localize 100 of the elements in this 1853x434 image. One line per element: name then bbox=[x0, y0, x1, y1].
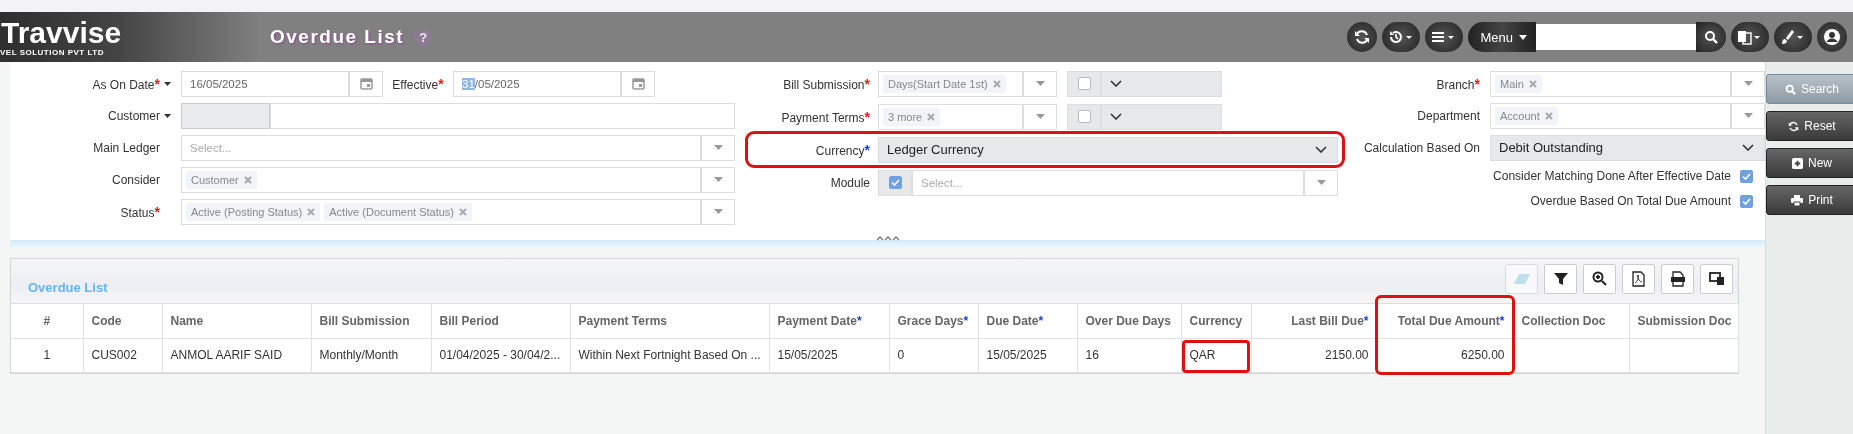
field-label: Bill Submission* bbox=[782, 75, 871, 92]
caret-icon[interactable] bbox=[164, 113, 171, 118]
brush-icon[interactable] bbox=[1774, 22, 1812, 52]
refresh-icon[interactable] bbox=[1347, 22, 1378, 52]
field-label: Customer bbox=[107, 108, 160, 123]
multi-select-field[interactable]: Main bbox=[1490, 70, 1731, 97]
column-header[interactable]: Payment Date* bbox=[769, 304, 889, 338]
column-header[interactable]: Payment Terms bbox=[570, 304, 769, 338]
select-field[interactable] bbox=[1101, 103, 1222, 130]
history-icon[interactable] bbox=[1382, 22, 1421, 52]
caret-icon bbox=[1519, 34, 1527, 40]
column-header[interactable]: Code bbox=[83, 304, 162, 338]
dropdown-field[interactable]: Debit Outstanding bbox=[1490, 134, 1765, 161]
field-label: Calculation Based On bbox=[1362, 140, 1481, 155]
table-title: Overdue List bbox=[28, 280, 108, 295]
plus-icon bbox=[1792, 157, 1803, 169]
column-header[interactable]: Name bbox=[162, 304, 311, 338]
help-icon[interactable]: ? bbox=[414, 28, 433, 46]
column-header[interactable]: Bill Period bbox=[431, 304, 570, 338]
dropdown-field[interactable]: Ledger Currency bbox=[878, 136, 1338, 163]
field-label: Currency* bbox=[814, 141, 871, 158]
checkbox[interactable] bbox=[888, 176, 902, 189]
checkbox[interactable] bbox=[1077, 77, 1091, 90]
multi-select-field[interactable]: Customer bbox=[181, 166, 701, 193]
code-field[interactable] bbox=[181, 102, 270, 129]
table-cell: Within Next Fortnight Based On ... bbox=[570, 338, 769, 372]
refresh-icon bbox=[1788, 120, 1800, 132]
field-label: Status* bbox=[119, 203, 160, 220]
checkbox[interactable] bbox=[1740, 169, 1753, 183]
zoom-icon[interactable] bbox=[1583, 263, 1616, 294]
remove-icon[interactable] bbox=[459, 207, 467, 216]
chevron-icon bbox=[1110, 80, 1122, 87]
table-cell: 16 bbox=[1077, 338, 1181, 372]
column-header[interactable]: Currency bbox=[1181, 304, 1251, 338]
dropdown-icon[interactable] bbox=[1731, 102, 1765, 129]
remove-icon[interactable] bbox=[307, 207, 316, 216]
search-icon[interactable] bbox=[1696, 22, 1726, 52]
column-header[interactable]: Grace Days* bbox=[889, 304, 978, 338]
date-field[interactable]: 16/05/2025 bbox=[181, 70, 349, 97]
multi-select-field[interactable]: Active (Posting Status) Active (Document Status) bbox=[181, 198, 701, 225]
action-button[interactable]: New bbox=[1766, 148, 1853, 178]
column-header[interactable]: Collection Doc bbox=[1513, 304, 1629, 338]
chevron-icon bbox=[1315, 146, 1327, 153]
table-cell: 15/05/2025 bbox=[769, 338, 889, 372]
user-icon[interactable] bbox=[1817, 22, 1847, 52]
calendar-icon[interactable] bbox=[621, 70, 655, 97]
table-cell: 01/04/2025 - 30/04/2... bbox=[431, 338, 570, 372]
dropdown-icon[interactable] bbox=[701, 198, 735, 225]
menu-button[interactable]: Menu bbox=[1468, 22, 1536, 52]
column-header[interactable]: Due Date* bbox=[978, 304, 1077, 338]
field-label: Department bbox=[1416, 108, 1481, 123]
column-header[interactable]: Submission Doc bbox=[1629, 304, 1738, 338]
table-cell: QAR bbox=[1181, 338, 1251, 372]
checkbox-label: Overdue Based On Total Due Amount bbox=[1530, 194, 1731, 208]
logo-text: Travvise bbox=[1, 17, 123, 48]
page-title: Overdue List bbox=[270, 26, 405, 48]
remove-icon[interactable] bbox=[1544, 111, 1553, 120]
dropdown-icon[interactable] bbox=[1304, 169, 1338, 196]
filter-icon[interactable] bbox=[1544, 263, 1577, 294]
search-icon bbox=[1785, 83, 1796, 95]
multi-select-field[interactable]: Account bbox=[1490, 102, 1731, 129]
multi-select-field[interactable]: Days(Start Date 1st) bbox=[878, 70, 1023, 97]
field-label: Effective* bbox=[391, 75, 445, 92]
dropdown-icon[interactable] bbox=[1023, 70, 1057, 97]
dropdown-icon[interactable] bbox=[1731, 70, 1765, 97]
pdf-icon[interactable] bbox=[1622, 263, 1655, 294]
checkbox[interactable] bbox=[1077, 110, 1091, 123]
caret-icon[interactable] bbox=[164, 81, 171, 86]
column-header[interactable]: Last Bill Due* bbox=[1251, 304, 1377, 338]
table-cell: 15/05/2025 bbox=[978, 338, 1077, 372]
field-label: Module bbox=[829, 175, 871, 190]
field-label: Consider bbox=[110, 172, 160, 187]
menu-search-field[interactable] bbox=[1536, 24, 1696, 50]
collapse-icon[interactable] bbox=[875, 234, 900, 242]
remove-icon[interactable] bbox=[992, 79, 1001, 88]
table-cell: ANMOL AARIF SAID bbox=[162, 338, 311, 372]
menu-icon[interactable] bbox=[1425, 22, 1464, 52]
field-label: Payment Terms* bbox=[780, 108, 871, 125]
column-header[interactable]: # bbox=[11, 304, 83, 338]
remove-icon[interactable] bbox=[927, 112, 936, 121]
select-field[interactable] bbox=[1101, 70, 1222, 97]
remove-icon[interactable] bbox=[243, 175, 252, 184]
checkbox-label: Consider Matching Done After Effective Date bbox=[1493, 169, 1731, 183]
dropdown-icon[interactable] bbox=[701, 134, 735, 161]
remove-icon[interactable] bbox=[1528, 79, 1537, 88]
action-button[interactable]: Print bbox=[1766, 185, 1853, 215]
table-cell: 6250.00 bbox=[1377, 338, 1513, 372]
action-button[interactable]: Reset bbox=[1766, 111, 1853, 141]
dropdown-icon[interactable] bbox=[701, 166, 735, 193]
table-cell: Monthly/Month bbox=[311, 338, 431, 372]
table-cell: 1 bbox=[11, 338, 83, 372]
table-cell: 0 bbox=[889, 338, 978, 372]
multi-select-field[interactable]: 3 more bbox=[878, 103, 1023, 130]
dropdown-icon[interactable] bbox=[1023, 103, 1057, 130]
checkbox[interactable] bbox=[1740, 194, 1753, 208]
columns-icon[interactable] bbox=[1700, 263, 1733, 294]
calendar-icon[interactable] bbox=[349, 70, 383, 97]
column-header[interactable]: Over Due Days bbox=[1077, 304, 1181, 338]
customer-field[interactable] bbox=[270, 102, 735, 129]
column-header[interactable]: Bill Submission bbox=[311, 304, 431, 338]
